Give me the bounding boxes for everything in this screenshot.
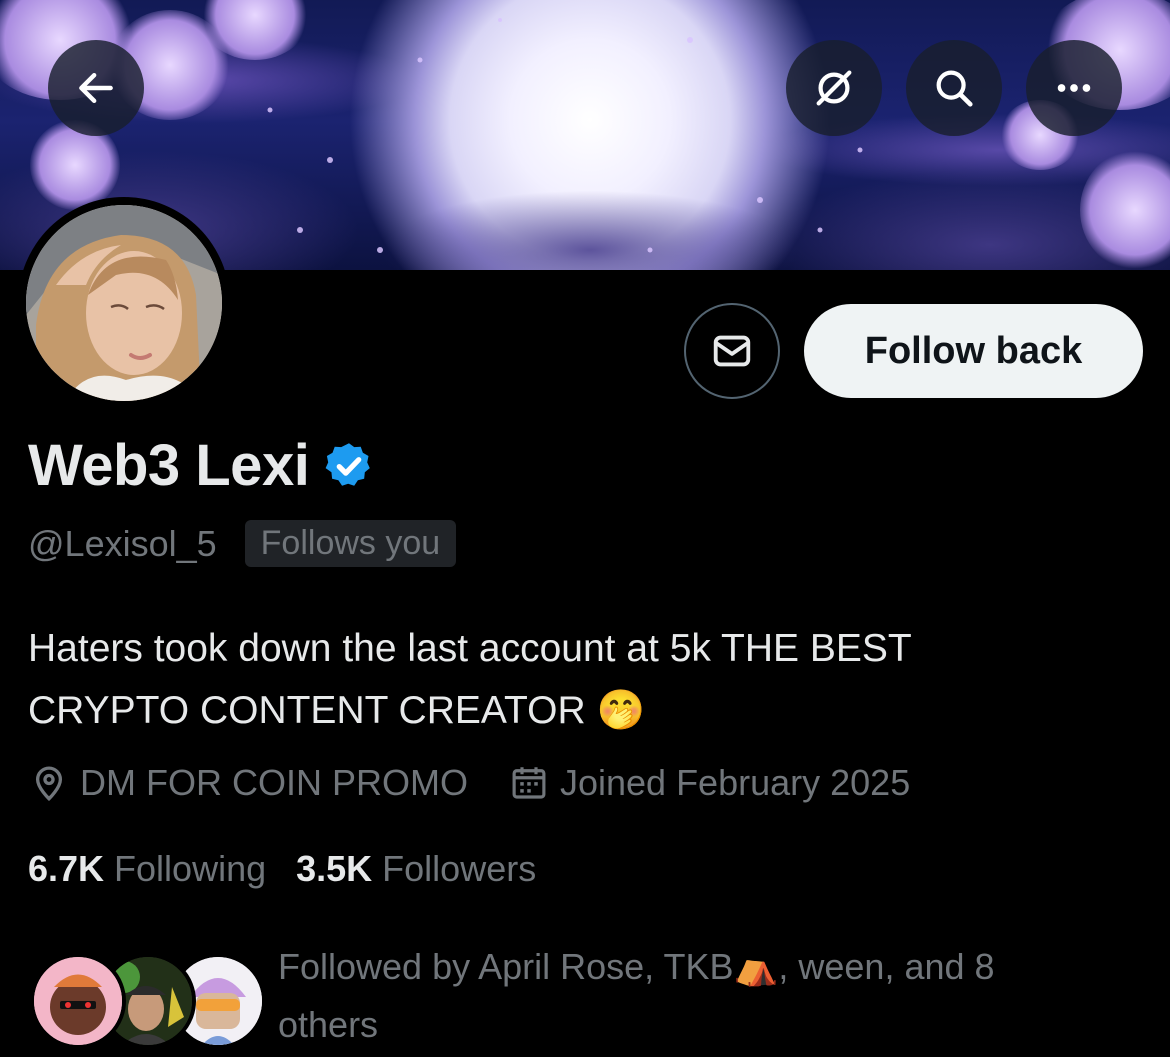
grok-button[interactable] [786, 40, 882, 136]
following-link[interactable]: 6.7K Following [28, 848, 266, 890]
envelope-icon [713, 335, 751, 367]
following-count: 6.7K [28, 848, 105, 889]
joined-item: Joined February 2025 [508, 762, 910, 804]
followed-by-text[interactable]: Followed by April Rose, TKB⛺, ween, and … [278, 938, 1098, 1053]
profile-avatar[interactable] [18, 197, 230, 409]
name-row: Web3 Lexi [28, 432, 375, 499]
bio-line: CRYPTO CONTENT CREATOR 🤭 [28, 680, 1128, 742]
follow-back-button[interactable]: Follow back [804, 304, 1143, 398]
location-item: DM FOR COIN PROMO [28, 762, 468, 804]
joined-text: Joined February 2025 [559, 762, 911, 803]
follows-you-badge: Follows you [244, 520, 457, 567]
followed-by-suffix: , ween, and 8 [778, 946, 995, 987]
slashed-circle-icon [816, 70, 852, 106]
handle-row: @Lexisol_5 Follows you [28, 520, 457, 567]
followed-by-prefix: Followed by April Rose, TKB [278, 946, 734, 987]
location-pin-icon [35, 766, 63, 802]
avatar [30, 953, 126, 1049]
profile-meta: DM FOR COIN PROMO Joined February 2025 [28, 762, 910, 804]
follow-stats: 6.7K Following 3.5K Followers [28, 848, 536, 890]
calendar-icon [512, 767, 546, 799]
profile-bio: Haters took down the last account at 5k … [28, 618, 1128, 742]
followed-by-line: Followed by April Rose, TKB⛺, ween, and … [278, 938, 1098, 996]
followers-label: Followers [382, 848, 537, 889]
message-button[interactable] [684, 303, 780, 399]
following-label: Following [114, 848, 267, 889]
search-icon [936, 70, 973, 107]
followers-link[interactable]: 3.5K Followers [296, 848, 536, 890]
more-horizontal-icon [1057, 84, 1091, 92]
followed-by-line: others [278, 1004, 379, 1045]
arrow-left-icon [79, 72, 113, 104]
back-button[interactable] [48, 40, 144, 136]
bio-line-text: CRYPTO CONTENT CREATOR [28, 689, 586, 732]
avatar-photo [26, 205, 222, 401]
user-handle: @Lexisol_5 [28, 522, 217, 564]
search-button[interactable] [906, 40, 1002, 136]
followers-count: 3.5K [296, 848, 373, 889]
location-text: DM FOR COIN PROMO [80, 762, 468, 803]
verified-badge-icon[interactable] [323, 440, 375, 492]
bio-line: Haters took down the last account at 5k … [28, 627, 912, 670]
followed-by-avatars[interactable] [30, 953, 266, 1049]
more-button[interactable] [1026, 40, 1122, 136]
display-name: Web3 Lexi [28, 433, 310, 498]
face-with-hand-over-mouth-emoji: 🤭 [596, 688, 646, 733]
tent-emoji: ⛺ [733, 947, 779, 988]
